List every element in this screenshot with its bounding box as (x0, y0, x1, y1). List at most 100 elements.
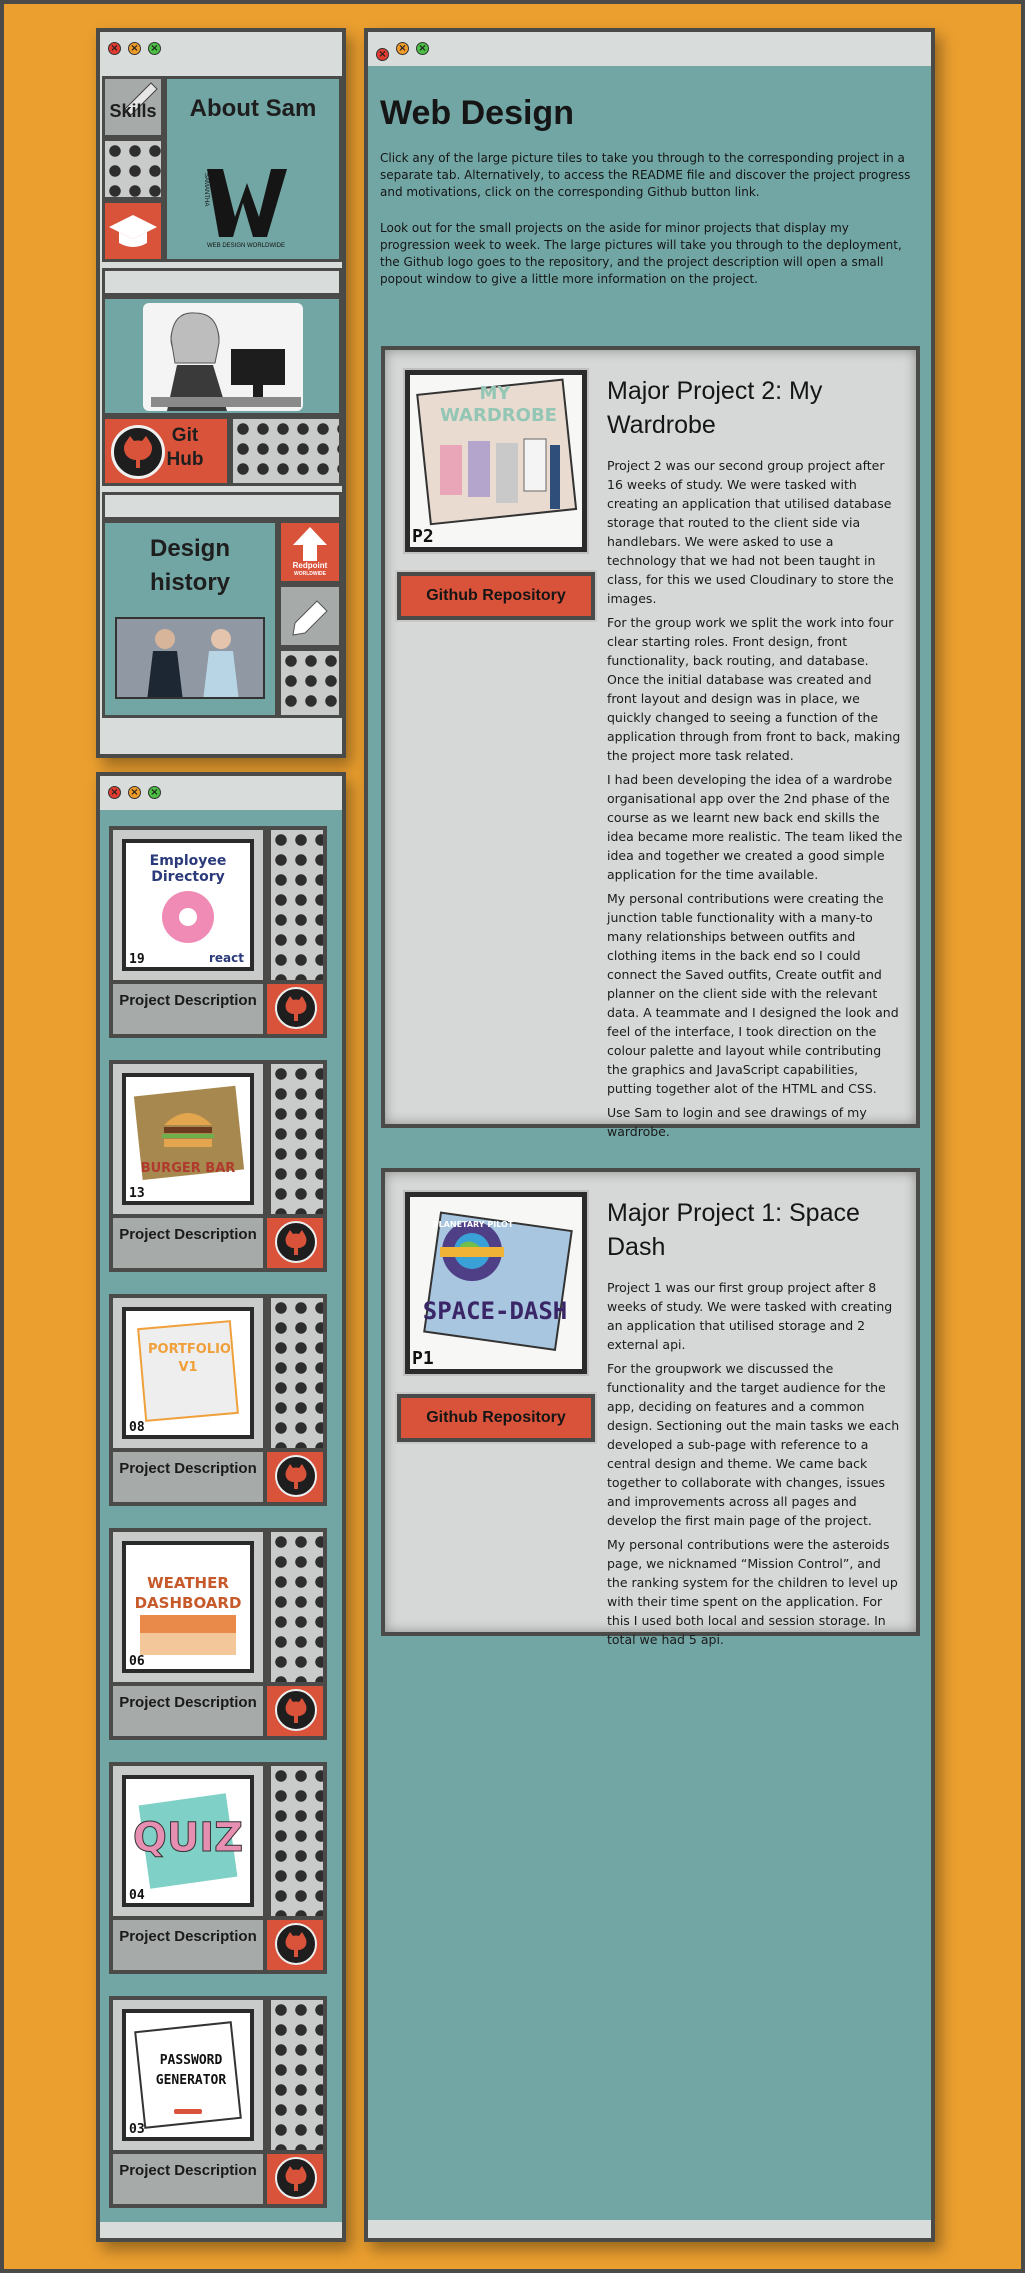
fashion-photo (115, 617, 265, 699)
close-icon[interactable]: × (376, 48, 389, 61)
thumb-label: SPACE-DASH (422, 1297, 568, 1325)
github-repo-button[interactable] (263, 1682, 327, 1740)
project-thumbnail[interactable]: Employee Directory react 19 (122, 839, 254, 971)
major-project-card: MY WARDROBE P2 Github Repository Major P… (381, 346, 920, 1139)
thumb-label: PORTFOLIO V1 (148, 1342, 231, 1375)
pencil-tile[interactable] (278, 584, 342, 648)
project-description: Project 2 was our second group project a… (607, 456, 904, 1146)
thumb-label-top: PLANETARY PILOT (432, 1220, 514, 1229)
github-repo-button[interactable] (263, 1214, 327, 1272)
project-thumb-frame[interactable]: WEATHER DASHBOARD 06 (109, 1528, 267, 1686)
redpoint-tile[interactable]: Redpoint WORLDWIDE (278, 520, 342, 584)
project-card: WEATHER DASHBOARD 06 Project Description (109, 1528, 327, 1741)
thumb-label: QUIZ (132, 1815, 244, 1862)
about-window: × × × Skills About Sam WEB DESIGN WORLDW… (96, 28, 346, 758)
github-repo-button[interactable] (263, 980, 327, 1038)
github-repo-button[interactable] (263, 1448, 327, 1506)
pattern-tile (267, 1294, 327, 1452)
github-label-2: Hub (166, 449, 204, 470)
pattern-tile (267, 1060, 327, 1218)
project-thumbnail[interactable]: PLANETARY PILOT SPACE-DASH P1 (405, 1192, 587, 1374)
github-repo-button[interactable] (263, 2150, 327, 2208)
skills-tile[interactable]: Skills (102, 76, 164, 138)
project-description-button[interactable]: Project Description (109, 980, 267, 1038)
project-description-button[interactable]: Project Description (109, 2150, 267, 2208)
design-history-tile[interactable]: Design history (102, 520, 278, 718)
project-description-button[interactable]: Project Description (109, 1214, 267, 1272)
github-icon (275, 987, 317, 1029)
profile-tile[interactable] (102, 296, 342, 416)
project-number: P2 (412, 526, 434, 547)
profile-illustration (143, 303, 303, 411)
project-thumb-frame[interactable]: Employee Directory react 19 (109, 826, 267, 984)
design-history-label-2: history (149, 569, 230, 596)
project-number: P1 (412, 1348, 434, 1369)
minimize-icon[interactable]: × (128, 786, 141, 799)
pattern-tile (267, 1762, 327, 1920)
project-thumbnail[interactable]: PASSWORD GENERATOR 03 (122, 2009, 254, 2141)
close-icon[interactable]: × (108, 786, 121, 799)
maximize-icon[interactable]: × (148, 42, 161, 55)
design-history-label-1: Design (149, 535, 230, 562)
project-thumbnail[interactable]: MY WARDROBE P2 (405, 370, 587, 552)
project-thumb-frame[interactable]: QUIZ 04 (109, 1762, 267, 1920)
project-card: PORTFOLIO V1 08 Project Description (109, 1294, 327, 1507)
thumb-label: MY WARDROBE (440, 383, 557, 426)
project-thumbnail[interactable]: BURGER BAR 13 (122, 1073, 254, 1205)
sidebar-bottom-strip (100, 2222, 342, 2238)
project-number: 08 (129, 1420, 145, 1435)
sidebar-titlebar: × × × (100, 776, 342, 810)
arrow-up-icon (293, 527, 327, 561)
close-icon[interactable]: × (108, 42, 121, 55)
project-number: 04 (129, 1888, 145, 1903)
minimize-icon[interactable]: × (396, 42, 409, 55)
minimize-icon[interactable]: × (128, 42, 141, 55)
project-paragraph: Use Sam to login and see drawings of my … (607, 1105, 867, 1139)
redpoint-label: Redpoint (292, 561, 328, 570)
project-card: PASSWORD GENERATOR 03 Project Descriptio… (109, 1996, 327, 2209)
divider-strip (102, 492, 342, 520)
github-tile[interactable]: Git Hub (102, 416, 230, 486)
project-number: 06 (129, 1654, 145, 1669)
project-description: Project 1 was our first group project af… (607, 1278, 904, 1654)
project-thumbnail[interactable]: PORTFOLIO V1 08 (122, 1307, 254, 1439)
main-bottom-strip (368, 2220, 931, 2238)
pencil-icon (292, 600, 328, 636)
github-repo-button[interactable] (263, 1916, 327, 1974)
about-sam-tile[interactable]: About Sam WEB DESIGN WORLDWIDE SAMANTHA (164, 76, 342, 262)
maximize-icon[interactable]: × (148, 786, 161, 799)
maximize-icon[interactable]: × (416, 42, 429, 55)
project-paragraph: I had been developing the idea of a ward… (607, 772, 903, 882)
github-icon (275, 1923, 317, 1965)
project-paragraph: For the groupwork we discussed the funct… (607, 1361, 900, 1528)
thumb-label: Employee Directory (149, 853, 227, 885)
project-description-button[interactable]: Project Description (109, 1916, 267, 1974)
thumb-label: PASSWORD GENERATOR (155, 2053, 227, 2088)
main-window: × × × Web Design Click any of the large … (364, 28, 935, 2242)
pattern-tile (267, 1996, 327, 2154)
pattern-tile (278, 648, 342, 718)
thumb-label: BURGER BAR (140, 1161, 236, 1176)
project-thumb-frame[interactable]: PORTFOLIO V1 08 (109, 1294, 267, 1452)
sam-logo: WEB DESIGN WORLDWIDE SAMANTHA (203, 169, 287, 249)
education-tile[interactable] (102, 200, 164, 262)
project-number: 13 (129, 1186, 145, 1201)
project-card: QUIZ 04 Project Description (109, 1762, 327, 1975)
github-repository-button[interactable]: Github Repository (397, 1394, 595, 1442)
pattern-tile (102, 138, 164, 200)
pattern-tile (267, 826, 327, 984)
project-thumb-frame[interactable]: PASSWORD GENERATOR 03 (109, 1996, 267, 2154)
github-repository-button[interactable]: Github Repository (397, 572, 595, 620)
project-thumbnail[interactable]: WEATHER DASHBOARD 06 (122, 1541, 254, 1673)
intro-paragraph-2: Look out for the small projects on the a… (380, 221, 902, 286)
divider-strip (102, 268, 342, 296)
project-paragraph: Project 1 was our first group project af… (607, 1280, 893, 1352)
page-title: Web Design (380, 94, 574, 132)
project-description-button[interactable]: Project Description (109, 1682, 267, 1740)
project-thumb-frame[interactable]: BURGER BAR 13 (109, 1060, 267, 1218)
burger-illustration (133, 1085, 245, 1180)
intro-paragraph-1: Click any of the large picture tiles to … (380, 151, 911, 199)
project-thumbnail[interactable]: QUIZ 04 (122, 1775, 254, 1907)
project-title: Major Project 2: My Wardrobe (607, 377, 823, 439)
project-description-button[interactable]: Project Description (109, 1448, 267, 1506)
